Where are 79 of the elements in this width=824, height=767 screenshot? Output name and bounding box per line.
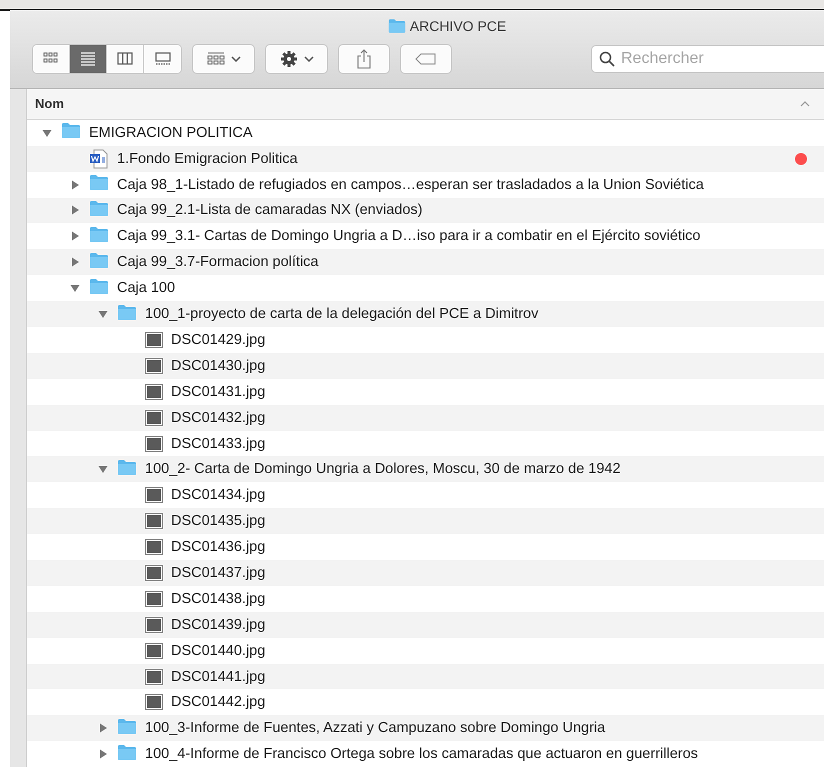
- disclosure-triangle-icon[interactable]: [70, 205, 80, 216]
- gear-icon: [280, 50, 298, 68]
- disclosure-triangle-icon[interactable]: [98, 464, 108, 474]
- file-name[interactable]: EMIGRACION POLITICA: [89, 124, 253, 141]
- file-name[interactable]: DSC01437.jpg: [171, 564, 266, 581]
- image-file-icon: [145, 410, 163, 426]
- folder-icon: [89, 252, 109, 269]
- group-button[interactable]: [192, 44, 255, 74]
- image-file-icon: [145, 668, 163, 685]
- settings-button[interactable]: [265, 44, 328, 74]
- file-name[interactable]: DSC01434.jpg: [171, 487, 266, 504]
- disclosure-triangle-icon[interactable]: [98, 309, 108, 320]
- disclosure-triangle-icon[interactable]: [70, 180, 80, 190]
- file-name[interactable]: DSC01431.jpg: [171, 384, 266, 400]
- folder-icon: [89, 226, 109, 243]
- search-icon: [599, 51, 615, 67]
- file-name[interactable]: DSC01429.jpg: [171, 332, 266, 348]
- grid-icon: [206, 52, 224, 66]
- file-name[interactable]: Caja 99_3.1- Cartas de Domingo Ungria a D…iso para ir a combatir en el Ejército soviético: [117, 228, 700, 244]
- file-name[interactable]: DSC01441.jpg: [171, 668, 266, 685]
- tag-icon: [415, 53, 437, 65]
- file-name[interactable]: DSC01430.jpg: [171, 358, 266, 374]
- folder-icon: [89, 200, 109, 217]
- view-mode-button[interactable]: [107, 45, 144, 73]
- share-button[interactable]: [338, 44, 390, 74]
- image-file-icon: [145, 436, 163, 452]
- file-name[interactable]: 1.Fondo Emigracion Politica: [117, 150, 298, 167]
- columns-view-icon: [117, 51, 133, 67]
- folder-icon: [117, 304, 137, 321]
- image-file-icon: [145, 590, 163, 607]
- folder-icon: [117, 744, 137, 761]
- view-mode-button[interactable]: [33, 45, 70, 73]
- image-file-icon: [145, 539, 163, 556]
- disclosure-triangle-icon[interactable]: [70, 231, 80, 242]
- view-mode-button[interactable]: [70, 45, 107, 73]
- file-name[interactable]: Caja 99_3.7-Formacion política: [117, 254, 318, 270]
- file-name[interactable]: DSC01435.jpg: [171, 513, 266, 530]
- file-name[interactable]: Caja 98_1-Listado de refugiados en campos…esperan ser trasladados a la Union Soviética: [117, 176, 704, 193]
- file-name[interactable]: DSC01436.jpg: [171, 539, 266, 556]
- chevron-down-icon: [230, 56, 240, 62]
- image-file-icon: [145, 384, 163, 400]
- list-view-icon: [80, 51, 96, 67]
- image-file-icon: [145, 358, 163, 374]
- sort-caret-icon[interactable]: [800, 100, 810, 107]
- file-name[interactable]: 100_4-Informe de Francisco Ortega sobre los camaradas que actuaron en guerrilleros: [145, 746, 698, 762]
- view-mode-button[interactable]: [144, 45, 181, 73]
- file-name[interactable]: DSC01439.jpg: [171, 616, 266, 633]
- folder-icon: [61, 122, 81, 140]
- gallery-view-icon: [154, 51, 170, 67]
- document-icon: [89, 148, 109, 169]
- image-file-icon: [145, 487, 163, 504]
- folder-icon: [89, 278, 109, 295]
- file-name[interactable]: DSC01442.jpg: [171, 694, 266, 710]
- disclosure-triangle-icon[interactable]: [70, 257, 80, 268]
- image-file-icon: [145, 332, 163, 348]
- disclosure-triangle-icon[interactable]: [70, 283, 80, 294]
- file-name[interactable]: DSC01440.jpg: [171, 642, 266, 659]
- folder-icon: [388, 18, 406, 34]
- column-header[interactable]: Nom: [35, 96, 64, 112]
- file-name[interactable]: DSC01433.jpg: [171, 436, 266, 452]
- image-file-icon: [145, 513, 163, 530]
- image-file-icon: [145, 616, 163, 633]
- disclosure-triangle-icon[interactable]: [42, 128, 52, 138]
- folder-icon: [117, 718, 137, 735]
- image-file-icon: [145, 564, 163, 581]
- disclosure-triangle-icon[interactable]: [98, 749, 108, 760]
- search-field[interactable]: Rechercher: [591, 45, 824, 73]
- folder-icon: [89, 174, 109, 192]
- share-icon: [357, 49, 371, 69]
- folder-icon: [117, 458, 137, 476]
- image-file-icon: [145, 694, 163, 710]
- disclosure-triangle-icon[interactable]: [98, 723, 108, 734]
- image-file-icon: [145, 642, 163, 659]
- window-title: ARCHIVO PCE: [410, 18, 506, 34]
- file-name[interactable]: Caja 100: [117, 280, 176, 296]
- file-name[interactable]: DSC01432.jpg: [171, 410, 266, 426]
- file-name[interactable]: DSC01438.jpg: [171, 590, 266, 607]
- chevron-down-icon: [304, 56, 314, 62]
- tag-button[interactable]: [400, 44, 452, 74]
